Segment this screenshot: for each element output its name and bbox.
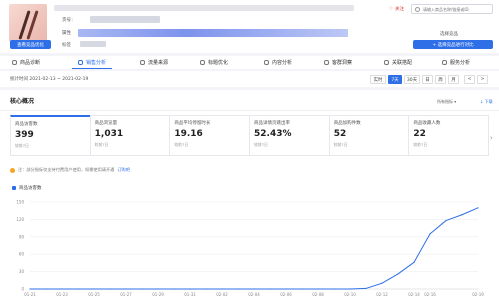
data-point[interactable] <box>381 282 383 284</box>
search-icon <box>415 7 420 12</box>
search-input[interactable] <box>423 6 491 13</box>
tag-label: 标签 <box>62 43 71 48</box>
series-line-visitors <box>30 207 479 290</box>
product-search[interactable] <box>411 4 493 14</box>
data-point[interactable] <box>253 288 255 290</box>
tab-traffic-source[interactable]: 流量来源 <box>140 56 168 69</box>
data-point[interactable] <box>477 207 479 209</box>
traffic-icon <box>140 60 145 65</box>
prev-period-button[interactable]: < <box>464 75 475 84</box>
x-tick-label: 01-23 <box>56 292 68 297</box>
x-tick-label: 01-21 <box>24 292 36 297</box>
range-day[interactable]: 日 <box>422 75 433 84</box>
data-point[interactable] <box>93 288 95 290</box>
follow-label: 关注 <box>395 7 405 12</box>
x-tick-label: 02-19 <box>472 292 484 297</box>
link-icon <box>384 60 389 65</box>
data-point[interactable] <box>189 288 191 290</box>
data-point[interactable] <box>397 273 399 275</box>
data-point[interactable] <box>285 288 287 290</box>
date-range-text: 统计时间 2021-02-13 ~ 2021-02-19 <box>10 77 89 82</box>
visitors-line-chart: 0 30 60 90 120 150 01-21 01-23 01-25 01-27 01-29 01… <box>16 200 484 298</box>
tab-sales-analysis[interactable]: 销售分析 <box>71 56 113 69</box>
product-title-redacted <box>54 5 354 11</box>
y-tick-label: 120 <box>16 217 24 222</box>
diagnosis-icon <box>12 60 17 65</box>
x-tick-label: 02-04 <box>248 292 260 297</box>
data-point[interactable] <box>173 288 175 290</box>
service-icon <box>442 60 447 65</box>
x-tick-label: 02-12 <box>376 292 388 297</box>
optimize-button[interactable]: 查看竞品优化 <box>10 40 51 49</box>
data-point[interactable] <box>125 288 127 290</box>
tab-diagnosis[interactable]: 商品诊断 <box>12 56 40 69</box>
x-tick-label: 02-02 <box>216 292 228 297</box>
tab-bar: 商品诊断 销售分析 流量来源 标题优化 内容分析 客群洞察 关联搭配 服务分析 <box>0 56 499 69</box>
tag-redacted <box>80 41 106 47</box>
tab-audience[interactable]: 客群洞察 <box>324 56 352 69</box>
tab-content-analysis[interactable]: 内容分析 <box>264 56 292 69</box>
tab-related[interactable]: 关联搭配 <box>384 56 412 69</box>
x-tick-label: 02-14 <box>408 292 420 297</box>
data-point[interactable] <box>141 288 143 290</box>
x-tick-label: 02-16 <box>424 292 436 297</box>
x-tick-label: 02-08 <box>312 292 324 297</box>
data-point[interactable] <box>365 287 367 290</box>
data-point[interactable] <box>29 288 31 290</box>
data-point[interactable] <box>269 288 271 290</box>
data-point[interactable] <box>221 288 223 290</box>
x-tick-label: 01-25 <box>88 292 100 297</box>
y-tick-label: 60 <box>19 252 25 257</box>
date-range-bar: 统计时间 2021-02-13 ~ 2021-02-19 实时 7天 30天 日… <box>0 71 499 87</box>
data-point[interactable] <box>61 288 63 290</box>
x-tick-label: 01-29 <box>152 292 164 297</box>
data-point[interactable] <box>237 288 239 290</box>
range-month[interactable]: 月 <box>448 75 459 84</box>
follow-button[interactable]: ♡ 关注 <box>389 6 405 13</box>
y-tick-label: 30 <box>19 269 25 274</box>
y-tick-label: 150 <box>16 200 24 205</box>
data-point[interactable] <box>301 288 303 290</box>
attr-value-redacted <box>78 29 348 37</box>
tab-title-optimize[interactable]: 标题优化 <box>200 56 228 69</box>
data-point[interactable] <box>77 288 79 290</box>
data-point[interactable] <box>445 219 447 222</box>
data-point[interactable] <box>349 288 351 290</box>
page: 查看竞品优化 货号： 属性 标签 ♡ 关注 选择竞品 + 选择竞品进行对比 商品… <box>0 0 499 303</box>
audience-icon <box>324 60 329 65</box>
data-point[interactable] <box>461 214 463 216</box>
add-compare-button[interactable]: + 选择竞品进行对比 <box>413 40 493 49</box>
title-icon <box>200 60 205 65</box>
y-tick-label: 0 <box>21 287 24 292</box>
next-period-button[interactable]: > <box>477 75 488 84</box>
data-point[interactable] <box>317 288 319 290</box>
data-point[interactable] <box>205 288 207 290</box>
tab-service[interactable]: 服务分析 <box>442 56 470 69</box>
compare-label: 选择竞品 <box>440 32 458 37</box>
attr-label: 属性 <box>62 31 71 36</box>
x-tick-label: 01-31 <box>184 292 196 297</box>
product-id-redacted <box>90 16 160 23</box>
product-id-label: 货号： <box>62 18 76 23</box>
data-point[interactable] <box>45 288 47 290</box>
data-point[interactable] <box>333 288 335 290</box>
product-header: 查看竞品优化 货号： 属性 标签 ♡ 关注 选择竞品 + 选择竞品进行对比 <box>0 0 499 53</box>
range-realtime[interactable]: 实时 <box>370 75 386 84</box>
heart-icon: ♡ <box>389 6 394 12</box>
data-point[interactable] <box>413 261 415 263</box>
x-tick-label: 02-06 <box>280 292 292 297</box>
content-icon <box>264 60 269 65</box>
range-week[interactable]: 周 <box>435 75 446 84</box>
y-tick-label: 90 <box>19 234 25 239</box>
x-tick-label: 01-27 <box>120 292 132 297</box>
range-30d[interactable]: 30天 <box>404 75 420 84</box>
range-7d[interactable]: 7天 <box>388 75 402 84</box>
data-point[interactable] <box>429 233 431 235</box>
data-point[interactable] <box>109 288 111 290</box>
data-point[interactable] <box>157 288 159 290</box>
x-tick-label: 02-10 <box>344 292 356 297</box>
sales-icon <box>78 60 83 65</box>
product-thumbnail[interactable] <box>9 4 47 42</box>
